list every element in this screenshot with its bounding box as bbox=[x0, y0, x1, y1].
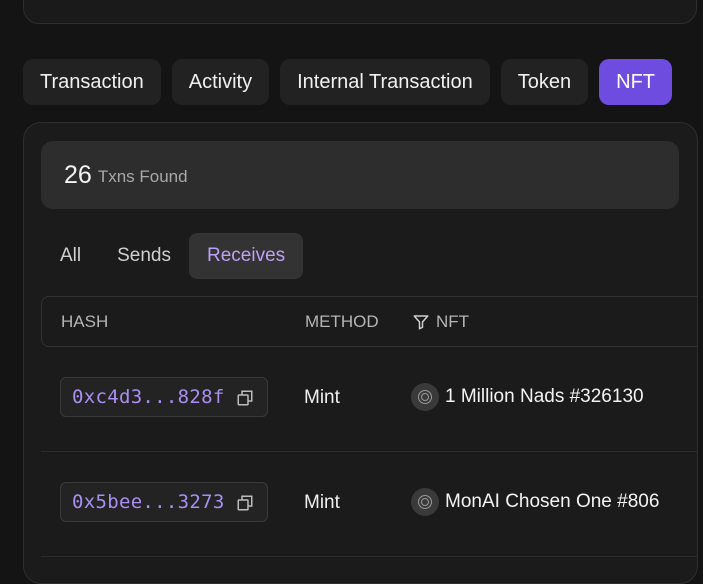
filter-receives[interactable]: Receives bbox=[189, 233, 304, 279]
table-row: 0xc4d3...828f Mint 1 Million Nads #32613… bbox=[41, 347, 697, 452]
nft-transactions-panel: 26 Txns Found All Sends Receives HASH ME… bbox=[23, 122, 698, 584]
nft-transactions-table: HASH METHOD NFT 0xc4d3...828f Mint 1 Mil… bbox=[41, 296, 697, 557]
tx-hash[interactable]: 0xc4d3...828f bbox=[72, 386, 225, 408]
txns-count: 26 bbox=[64, 160, 92, 189]
nft-cell[interactable]: MonAI Chosen One #806 bbox=[411, 488, 659, 516]
table-header: HASH METHOD NFT bbox=[41, 296, 697, 347]
tx-hash[interactable]: 0x5bee...3273 bbox=[72, 491, 225, 513]
tx-method: Mint bbox=[304, 492, 340, 513]
copy-icon[interactable] bbox=[236, 389, 254, 407]
tab-nft[interactable]: NFT bbox=[599, 59, 673, 105]
nft-thumbnail bbox=[411, 383, 439, 411]
nft-cell[interactable]: 1 Million Nads #326130 bbox=[411, 383, 644, 411]
filter-all[interactable]: All bbox=[42, 233, 99, 279]
nft-name[interactable]: 1 Million Nads #326130 bbox=[445, 386, 644, 408]
direction-filter: All Sends Receives bbox=[42, 233, 304, 279]
tab-transaction[interactable]: Transaction bbox=[23, 59, 161, 105]
txns-found-label: Txns Found bbox=[97, 166, 188, 186]
nft-placeholder-icon bbox=[418, 390, 432, 404]
tab-token[interactable]: Token bbox=[500, 59, 589, 105]
tab-bar: Transaction Activity Internal Transactio… bbox=[23, 59, 673, 105]
column-header-nft[interactable]: NFT bbox=[412, 312, 469, 332]
copy-icon[interactable] bbox=[236, 494, 254, 512]
nft-thumbnail bbox=[411, 488, 439, 516]
top-card bbox=[23, 0, 697, 24]
nft-name[interactable]: MonAI Chosen One #806 bbox=[445, 491, 659, 513]
table-row: 0x5bee...3273 Mint MonAI Chosen One #806 bbox=[41, 452, 697, 557]
filter-icon[interactable] bbox=[412, 313, 430, 331]
nft-placeholder-icon bbox=[418, 495, 432, 509]
txns-found-summary: 26 Txns Found bbox=[41, 141, 679, 209]
tx-method: Mint bbox=[304, 387, 340, 408]
tab-internal-transaction[interactable]: Internal Transaction bbox=[280, 59, 490, 105]
filter-sends[interactable]: Sends bbox=[99, 233, 189, 279]
column-header-hash: HASH bbox=[61, 311, 109, 331]
tx-hash-link[interactable]: 0x5bee...3273 bbox=[60, 482, 268, 522]
tx-hash-link[interactable]: 0xc4d3...828f bbox=[60, 377, 268, 417]
column-header-nft-label: NFT bbox=[436, 311, 470, 331]
tab-activity[interactable]: Activity bbox=[171, 59, 270, 105]
column-header-method: METHOD bbox=[305, 311, 379, 331]
